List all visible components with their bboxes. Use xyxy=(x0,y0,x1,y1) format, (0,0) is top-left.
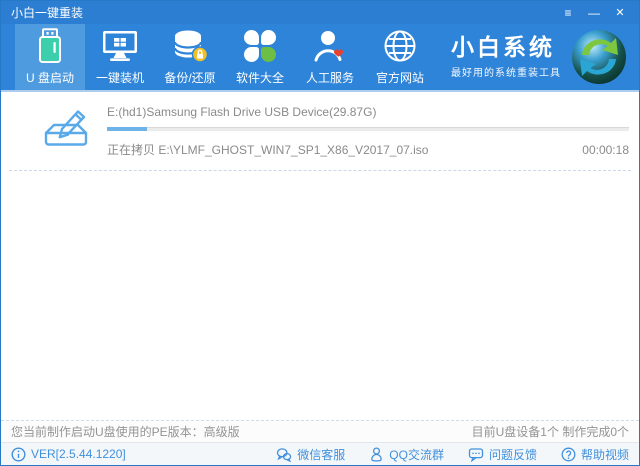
support-person-heart-icon xyxy=(313,28,347,64)
titlebar[interactable]: 小白一键重装 ≡ — ✕ xyxy=(1,1,639,24)
monitor-windows-icon xyxy=(102,28,138,64)
device-count-status: 目前U盘设备1个 制作完成0个 xyxy=(472,423,629,440)
pe-version-status: 您当前制作启动U盘使用的PE版本：高级版 xyxy=(11,423,240,440)
version-label: VER[2.5.44.1220] xyxy=(31,447,126,461)
close-button[interactable]: ✕ xyxy=(611,4,629,22)
brand-area: 小白系统 最好用的系统重装工具 xyxy=(451,24,639,90)
status-bar: 您当前制作启动U盘使用的PE版本：高级版 目前U盘设备1个 制作完成0个 xyxy=(1,420,639,442)
footer-link-label: 帮助视频 xyxy=(581,446,629,463)
backup-database-lock-icon xyxy=(172,28,208,64)
main-content: E:(hd1)Samsung Flash Drive USB Device(29… xyxy=(1,92,639,420)
copy-progress-bar xyxy=(107,127,629,131)
footer-bar: VER[2.5.44.1220] 微信客服 xyxy=(1,442,639,465)
brand-name: 小白系统 xyxy=(451,35,561,60)
help-video-link[interactable]: 帮助视频 xyxy=(561,446,629,463)
brand-tagline: 最好用的系统重装工具 xyxy=(451,64,561,79)
nav-label: 软件大全 xyxy=(236,69,284,86)
footer-link-label: 问题反馈 xyxy=(489,446,537,463)
feedback-link[interactable]: 问题反馈 xyxy=(468,446,537,463)
qq-group-link[interactable]: QQ交流群 xyxy=(369,446,444,463)
nav-item-official-website[interactable]: 官方网站 xyxy=(365,24,435,90)
minimize-button[interactable]: — xyxy=(585,4,603,22)
wechat-icon xyxy=(276,447,292,462)
brand-logo-sphere-icon xyxy=(571,29,627,85)
info-icon xyxy=(11,447,26,462)
nav-label: 官方网站 xyxy=(376,69,424,86)
copy-status-text: 正在拷贝 E:\YLMF_GHOST_WIN7_SP1_X86_V2017_07… xyxy=(107,141,428,158)
usb-task-row: E:(hd1)Samsung Flash Drive USB Device(29… xyxy=(9,98,631,171)
wechat-service-link[interactable]: 微信客服 xyxy=(276,446,345,463)
nav-label: 人工服务 xyxy=(306,69,354,86)
write-disk-icon xyxy=(39,104,93,158)
version-info[interactable]: VER[2.5.44.1220] xyxy=(11,447,126,462)
nav-label: U 盘启动 xyxy=(26,69,74,86)
nav-item-backup-restore[interactable]: 备份/还原 xyxy=(155,24,225,90)
footer-link-label: QQ交流群 xyxy=(389,446,444,463)
feedback-bubble-icon xyxy=(468,447,484,462)
usb-drive-icon xyxy=(35,28,65,64)
window-title: 小白一键重装 xyxy=(11,4,83,21)
nav-item-human-service[interactable]: 人工服务 xyxy=(295,24,365,90)
usb-device-name: E:(hd1)Samsung Flash Drive USB Device(29… xyxy=(107,105,629,119)
copy-progress-fill xyxy=(107,127,147,131)
menu-button[interactable]: ≡ xyxy=(559,4,577,22)
nav-label: 一键装机 xyxy=(96,69,144,86)
apps-clover-icon xyxy=(244,28,276,64)
main-nav: U 盘启动 一键装机 xyxy=(1,24,639,92)
nav-item-software-collection[interactable]: 软件大全 xyxy=(225,24,295,90)
nav-item-one-click-install[interactable]: 一键装机 xyxy=(85,24,155,90)
globe-icon xyxy=(383,28,417,64)
elapsed-time: 00:00:18 xyxy=(582,143,629,157)
qq-icon xyxy=(369,447,384,462)
help-question-icon xyxy=(561,447,576,462)
app-window: 小白一键重装 ≡ — ✕ U 盘启动 xyxy=(0,0,640,466)
footer-link-label: 微信客服 xyxy=(297,446,345,463)
nav-label: 备份/还原 xyxy=(164,69,215,86)
nav-item-usb-boot[interactable]: U 盘启动 xyxy=(15,24,85,90)
